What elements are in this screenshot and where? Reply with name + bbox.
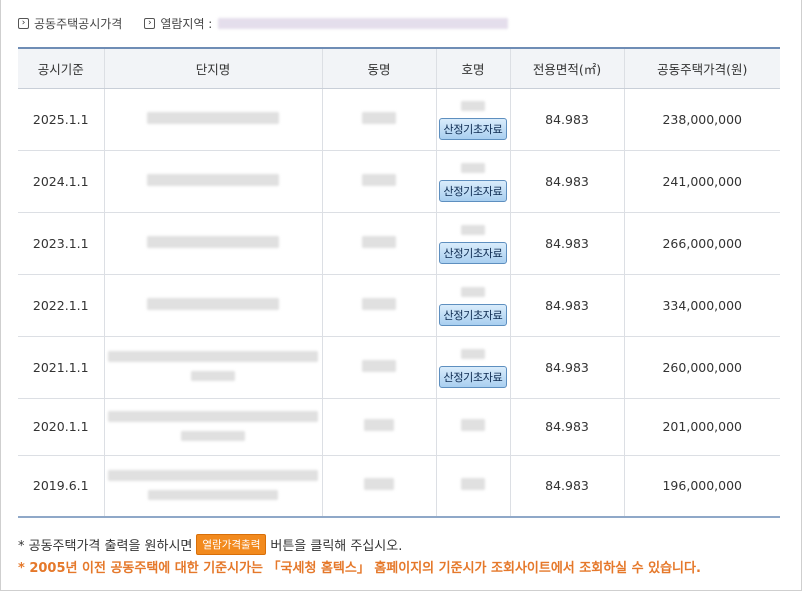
cell-area: 84.983 xyxy=(509,274,624,337)
table-header-row: 공시기준 단지명 동명 호명 전용면적(㎡) 공동주택가격(원) xyxy=(18,47,780,89)
cell-area: 84.983 xyxy=(509,88,624,151)
note-text: 버튼을 클릭해 주십시오. xyxy=(270,539,403,554)
cell-complex xyxy=(103,88,322,151)
redacted-text xyxy=(147,173,279,186)
cell-complex xyxy=(103,150,322,213)
redacted-text xyxy=(148,489,278,500)
cell-complex xyxy=(103,274,322,337)
cell-building xyxy=(321,88,436,151)
cell-date: 2025.1.1 xyxy=(18,88,104,151)
calc-basis-button[interactable]: 산정기초자료 xyxy=(438,303,508,326)
redacted-text xyxy=(191,371,235,381)
redacted-text xyxy=(362,297,396,310)
cell-complex xyxy=(103,455,322,518)
table-row: 2021.1.1 산정기초자료 84.983 260,000,000 xyxy=(18,336,780,399)
redacted-text xyxy=(108,410,318,422)
redacted-text xyxy=(461,286,485,297)
redacted-text xyxy=(461,162,485,173)
cell-price: 266,000,000 xyxy=(623,212,780,275)
redacted-text xyxy=(461,224,485,235)
calc-basis-button[interactable]: 산정기초자료 xyxy=(438,365,508,388)
redacted-text xyxy=(461,419,485,431)
cell-price: 238,000,000 xyxy=(623,88,780,151)
redacted-text xyxy=(108,469,318,481)
redacted-text xyxy=(364,478,394,491)
redacted-text xyxy=(147,235,279,248)
breadcrumb-label: 공동주택공시가격 xyxy=(34,16,123,31)
redacted-text xyxy=(461,348,485,359)
breadcrumb-label: 열람지역 : xyxy=(160,16,213,31)
table-row: 2022.1.1 산정기초자료 84.983 334,000,000 xyxy=(18,274,780,337)
header-area: 전용면적(㎡) xyxy=(509,47,624,89)
cell-price: 201,000,000 xyxy=(623,398,780,456)
header-date: 공시기준 xyxy=(18,47,104,89)
cell-unit: 산정기초자료 xyxy=(435,336,510,399)
breadcrumb-item-price[interactable]: › 공동주택공시가격 xyxy=(18,15,122,32)
redacted-text xyxy=(362,359,396,372)
cell-complex xyxy=(103,398,322,456)
redacted-text xyxy=(362,235,396,248)
print-price-button[interactable]: 열람가격출력 xyxy=(196,534,267,555)
cell-building xyxy=(321,274,436,337)
table-row: 2025.1.1 산정기초자료 84.983 238,000,000 xyxy=(18,88,780,151)
cell-complex xyxy=(103,212,322,275)
table-row: 2019.6.1 84.983 196,000,000 xyxy=(18,455,780,518)
table-row: 2020.1.1 84.983 201,000,000 xyxy=(18,398,780,456)
chevron-right-icon: › xyxy=(18,17,29,29)
breadcrumb: › 공동주택공시가격 › 열람지역 : xyxy=(18,14,530,32)
cell-area: 84.983 xyxy=(509,336,624,399)
header-complex: 단지명 xyxy=(103,47,322,89)
redacted-text xyxy=(461,478,485,491)
cell-date: 2020.1.1 xyxy=(18,398,104,456)
redacted-text xyxy=(362,111,396,124)
cell-area: 84.983 xyxy=(509,150,624,213)
redacted-text xyxy=(181,430,245,441)
cell-unit xyxy=(435,398,510,456)
redacted-region xyxy=(218,17,509,29)
calc-basis-button[interactable]: 산정기초자료 xyxy=(438,179,508,202)
print-instruction: * 공동주택가격 출력을 원하시면 열람가격출력 버튼을 클릭해 주십시오. xyxy=(18,534,402,555)
cell-price: 196,000,000 xyxy=(623,455,780,518)
cell-date: 2024.1.1 xyxy=(18,150,104,213)
calc-basis-button[interactable]: 산정기초자료 xyxy=(438,241,508,264)
cell-area: 84.983 xyxy=(509,212,624,275)
breadcrumb-item-region: › 열람지역 : xyxy=(144,15,509,32)
chevron-right-icon: › xyxy=(144,17,156,29)
cell-date: 2019.6.1 xyxy=(18,455,104,518)
cell-area: 84.983 xyxy=(509,398,624,456)
cell-area: 84.983 xyxy=(509,455,624,518)
cell-date: 2021.1.1 xyxy=(18,336,104,399)
cell-unit: 산정기초자료 xyxy=(435,88,510,151)
redacted-text xyxy=(362,173,396,186)
table-row: 2023.1.1 산정기초자료 84.983 266,000,000 xyxy=(18,212,780,275)
cell-price: 334,000,000 xyxy=(623,274,780,337)
cell-building xyxy=(321,336,436,399)
header-price: 공동주택가격(원) xyxy=(623,47,780,89)
cell-building xyxy=(321,455,436,518)
cell-building xyxy=(321,212,436,275)
cell-unit: 산정기초자료 xyxy=(435,150,510,213)
cell-unit: 산정기초자료 xyxy=(435,274,510,337)
cell-building xyxy=(321,150,436,213)
redacted-text xyxy=(364,419,394,431)
redacted-text xyxy=(147,111,279,124)
redacted-text xyxy=(147,297,279,310)
calc-basis-button[interactable]: 산정기초자료 xyxy=(438,117,508,140)
cell-price: 241,000,000 xyxy=(623,150,780,213)
cell-building xyxy=(321,398,436,456)
table-row: 2024.1.1 산정기초자료 84.983 241,000,000 xyxy=(18,150,780,213)
header-building: 동명 xyxy=(321,47,436,89)
redacted-text xyxy=(461,100,485,111)
cell-complex xyxy=(103,336,322,399)
cell-date: 2023.1.1 xyxy=(18,212,104,275)
pre-2005-notice: * 2005년 이전 공동주택에 대한 기준시가는 「국세청 홈텍스」 홈페이지… xyxy=(18,561,701,576)
price-table: 공시기준 단지명 동명 호명 전용면적(㎡) 공동주택가격(원) 2025.1.… xyxy=(18,47,780,518)
cell-unit xyxy=(435,455,510,518)
cell-unit: 산정기초자료 xyxy=(435,212,510,275)
redacted-text xyxy=(108,351,318,362)
note-text: * 공동주택가격 출력을 원하시면 xyxy=(18,539,193,554)
header-unit: 호명 xyxy=(435,47,510,89)
cell-price: 260,000,000 xyxy=(623,336,780,399)
cell-date: 2022.1.1 xyxy=(18,274,104,337)
